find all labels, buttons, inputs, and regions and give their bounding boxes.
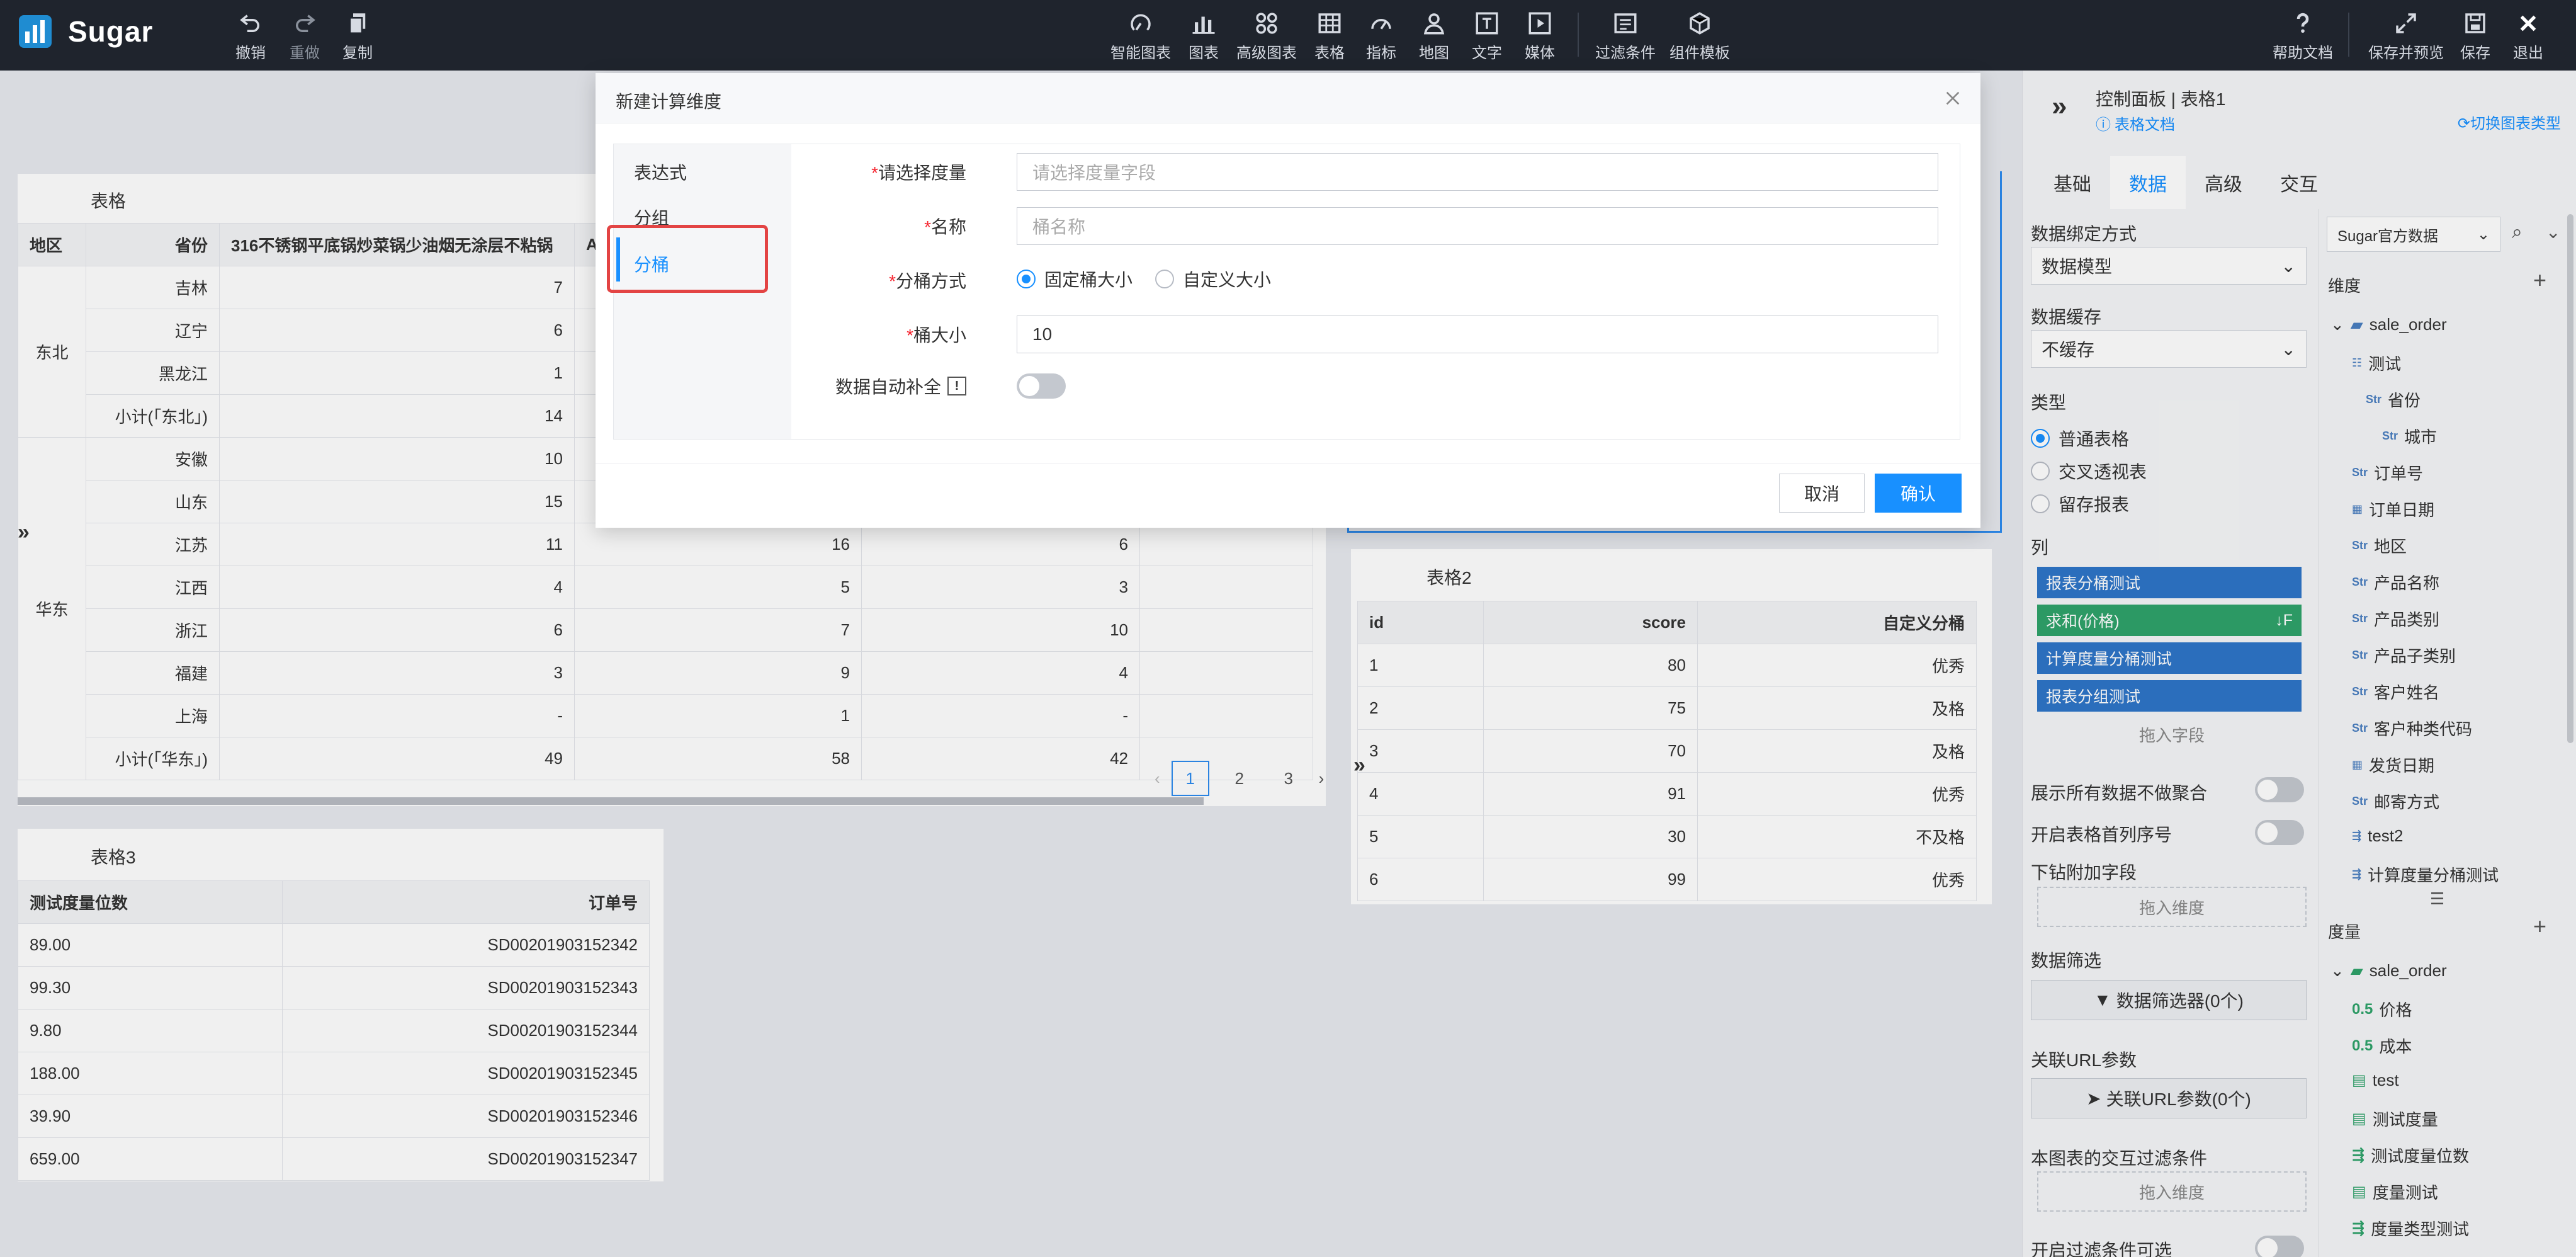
help-icon <box>2296 13 2309 33</box>
exit-button[interactable]: 退出 <box>2513 10 2543 62</box>
map-pin-icon <box>1423 13 1445 35</box>
expand-icon <box>2396 13 2416 33</box>
filter-icon <box>1614 13 1637 33</box>
filter-condition-button[interactable]: 过滤条件 <box>1595 10 1656 62</box>
nav-item-expression[interactable]: 表达式 <box>634 159 687 185</box>
modal-header: 新建计算维度 <box>596 73 1980 123</box>
autofill-label: 数据自动补全! <box>803 373 966 399</box>
gauge-icon <box>1371 19 1391 30</box>
name-label: *名称 <box>924 217 966 237</box>
undo-icon <box>240 14 259 32</box>
media-icon <box>1528 12 1551 35</box>
help-doc-button[interactable]: 帮助文档 <box>2273 10 2333 62</box>
table-icon <box>1318 13 1341 33</box>
template-icon <box>1690 12 1710 35</box>
info-icon[interactable]: ! <box>947 377 966 395</box>
indicator-button[interactable]: 指标 <box>1366 10 1396 62</box>
copy-icon <box>349 13 366 35</box>
save-preview-button[interactable]: 保存并预览 <box>2368 10 2444 62</box>
toolbar-divider <box>1578 13 1579 57</box>
name-input[interactable]: 桶名称 <box>1017 207 1938 245</box>
text-icon <box>1476 12 1498 35</box>
measure-label: *请选择度量 <box>871 163 966 183</box>
highlight-annotation <box>607 225 768 293</box>
cancel-button[interactable]: 取消 <box>1779 474 1865 513</box>
advanced-chart-icon <box>1256 13 1277 34</box>
radio-icon <box>1017 270 1036 288</box>
smart-chart-button[interactable]: 智能图表 <box>1110 10 1171 62</box>
method-radio-custom[interactable]: 自定义大小 <box>1155 266 1271 292</box>
bar-chart-icon <box>1192 16 1215 34</box>
measure-select[interactable]: 请选择度量字段 <box>1017 153 1938 191</box>
method-label: *分桶方式 <box>889 271 966 291</box>
app-name: Sugar <box>68 15 154 48</box>
new-calc-dimension-modal: 新建计算维度 表达式 分组 分桶 *请选择度量 请选择度量字段 *名称 桶名称 … <box>596 73 1980 528</box>
save-icon <box>2465 13 2485 33</box>
modal-title: 新建计算维度 <box>616 92 722 111</box>
text-button[interactable]: 文字 <box>1472 10 1502 62</box>
method-radio-fixed[interactable]: 固定桶大小 <box>1017 266 1133 292</box>
radio-icon <box>1155 270 1174 288</box>
app-logo[interactable]: Sugar <box>16 13 153 50</box>
component-template-button[interactable]: 组件模板 <box>1669 10 1730 62</box>
undo-button[interactable]: 撤销 <box>235 10 266 62</box>
close-icon <box>2520 15 2536 31</box>
top-toolbar: Sugar 撤销 重做 复制 智能图表 图表 高级图表 表格 指标 地图 文字 <box>0 0 2576 71</box>
save-button[interactable]: 保存 <box>2460 10 2490 62</box>
redo-button[interactable]: 重做 <box>290 10 320 62</box>
chart-button[interactable]: 图表 <box>1189 10 1219 62</box>
smart-chart-icon <box>1131 14 1151 31</box>
table-button[interactable]: 表格 <box>1314 10 1345 62</box>
autofill-toggle[interactable] <box>1017 373 1066 399</box>
toolbar-divider-2 <box>2348 13 2349 57</box>
confirm-button[interactable]: 确认 <box>1875 474 1962 513</box>
advanced-chart-button[interactable]: 高级图表 <box>1236 10 1297 62</box>
redo-icon <box>296 14 315 32</box>
copy-button[interactable]: 复制 <box>342 10 373 62</box>
size-label: *桶大小 <box>907 326 966 345</box>
modal-body: 表达式 分组 分桶 *请选择度量 请选择度量字段 *名称 桶名称 *分桶方式 固… <box>613 144 1960 440</box>
map-button[interactable]: 地图 <box>1419 10 1449 62</box>
close-icon[interactable] <box>1943 88 1963 108</box>
sugar-logo-icon <box>19 15 52 48</box>
media-button[interactable]: 媒体 <box>1525 10 1555 62</box>
bucket-size-input[interactable]: 10 <box>1017 316 1938 353</box>
